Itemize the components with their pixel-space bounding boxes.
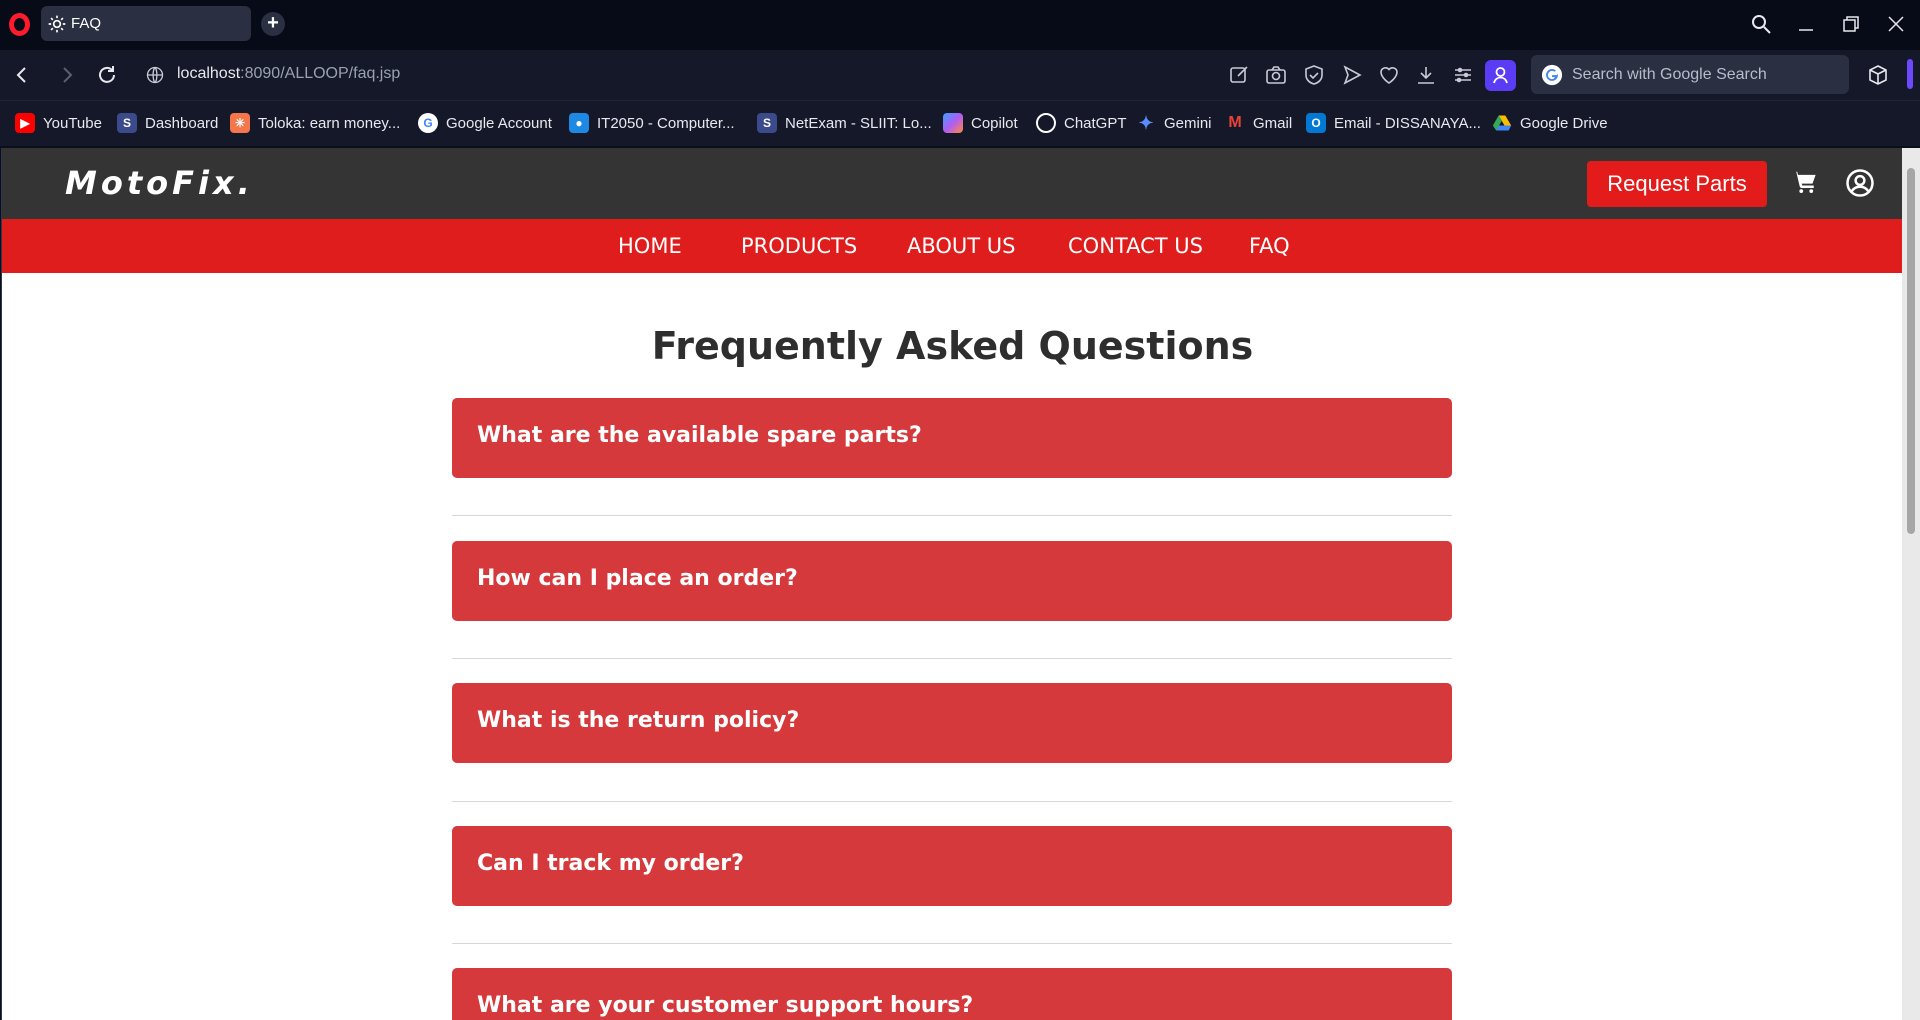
send-icon[interactable] xyxy=(1340,63,1364,87)
faq-question-text: What is the return policy? xyxy=(477,708,800,733)
bookmark-google-drive[interactable]: Google Drive xyxy=(1492,111,1608,135)
sliit-icon: S xyxy=(117,113,137,133)
camera-icon[interactable] xyxy=(1264,63,1288,87)
bookmark-chatgpt[interactable]: ChatGPT xyxy=(1036,111,1127,135)
profile-button[interactable] xyxy=(1485,60,1516,91)
nav-contact-us[interactable]: CONTACT US xyxy=(1068,234,1203,258)
close-window-icon[interactable] xyxy=(1884,12,1908,36)
new-tab-button[interactable]: + xyxy=(261,12,285,36)
faq-question-5[interactable]: What are your customer support hours? xyxy=(452,968,1452,1020)
heart-icon[interactable] xyxy=(1377,63,1401,87)
bookmark-dashboard[interactable]: S Dashboard xyxy=(117,111,218,135)
globe-icon xyxy=(146,66,164,84)
scrollbar-thumb[interactable] xyxy=(1907,168,1915,534)
bookmark-netexam[interactable]: S NetExam - SLIIT: Lo... xyxy=(757,111,932,135)
bookmark-youtube[interactable]: ▶ YouTube xyxy=(15,111,102,135)
nav-about-us[interactable]: ABOUT US xyxy=(907,234,1016,258)
forward-icon[interactable] xyxy=(55,63,79,87)
reload-icon[interactable] xyxy=(95,63,119,87)
youtube-icon: ▶ xyxy=(15,113,35,133)
site-logo[interactable]: MotoFix. xyxy=(65,164,254,202)
search-placeholder: Search with Google Search xyxy=(1572,66,1767,83)
faq-divider xyxy=(452,943,1452,944)
nav-products[interactable]: PRODUCTS xyxy=(741,234,857,258)
bookmark-email[interactable]: O Email - DISSANAYA... xyxy=(1306,111,1481,135)
site-header: MotoFix. Request Parts xyxy=(2,148,1902,219)
tab-title: FAQ xyxy=(71,15,102,32)
classroom-icon: ● xyxy=(569,113,589,133)
drive-icon xyxy=(1492,113,1512,133)
search-input[interactable]: Search with Google Search xyxy=(1531,55,1849,94)
page-viewport: MotoFix. Request Parts HOME PRODUCTS ABO… xyxy=(1,148,1902,1020)
gear-icon xyxy=(48,15,66,33)
gemini-icon: ✦ xyxy=(1138,112,1154,133)
gmail-icon: M xyxy=(1228,114,1242,131)
bookmark-copilot[interactable]: Copilot xyxy=(943,111,1018,135)
faq-question-1[interactable]: What are the available spare parts? xyxy=(452,398,1452,478)
browser-tab-active[interactable]: FAQ xyxy=(41,6,251,41)
faq-question-3[interactable]: What is the return policy? xyxy=(452,683,1452,763)
opera-logo-icon[interactable] xyxy=(9,13,30,36)
main-navigation: HOME PRODUCTS ABOUT US CONTACT US FAQ xyxy=(2,219,1902,273)
chatgpt-icon xyxy=(1036,113,1056,133)
minimize-icon[interactable] xyxy=(1794,12,1818,36)
extensions-icon[interactable] xyxy=(1866,63,1890,87)
faq-divider xyxy=(452,515,1452,516)
account-icon[interactable] xyxy=(1845,168,1875,198)
faq-question-2[interactable]: How can I place an order? xyxy=(452,541,1452,621)
sliit-icon: S xyxy=(757,113,777,133)
cart-icon[interactable] xyxy=(1790,168,1820,198)
bookmark-google-account[interactable]: G Google Account xyxy=(418,111,552,135)
url-field[interactable]: localhost:8090/ALLOOP/faq.jsp xyxy=(177,65,400,83)
toloka-icon: ✳ xyxy=(230,113,250,133)
bookmark-gmail[interactable]: M Gmail xyxy=(1225,111,1292,135)
faq-question-text: What are the available spare parts? xyxy=(477,423,922,448)
copilot-icon xyxy=(943,113,963,133)
search-tabs-icon[interactable] xyxy=(1749,12,1773,36)
outlook-icon: O xyxy=(1306,113,1326,133)
sidebar-toggle[interactable] xyxy=(1907,59,1913,89)
shield-icon[interactable] xyxy=(1302,63,1326,87)
request-parts-button[interactable]: Request Parts xyxy=(1587,161,1767,207)
bookmark-toloka[interactable]: ✳ Toloka: earn money... xyxy=(230,111,400,135)
faq-question-4[interactable]: Can I track my order? xyxy=(452,826,1452,906)
nav-home[interactable]: HOME xyxy=(618,234,682,258)
faq-question-text: Can I track my order? xyxy=(477,851,744,876)
faq-question-text: What are your customer support hours? xyxy=(477,993,974,1018)
page-scrollbar[interactable] xyxy=(1902,148,1920,1020)
restore-icon[interactable] xyxy=(1839,12,1863,36)
faq-divider xyxy=(452,801,1452,802)
faq-divider xyxy=(452,658,1452,659)
download-icon[interactable] xyxy=(1414,63,1438,87)
nav-faq[interactable]: FAQ xyxy=(1249,234,1290,258)
edit-icon[interactable] xyxy=(1227,63,1251,87)
page-title: Frequently Asked Questions xyxy=(651,324,1254,368)
back-icon[interactable] xyxy=(10,63,34,87)
browser-titlebar: FAQ + xyxy=(0,0,1920,50)
google-icon: G xyxy=(418,113,438,133)
bookmark-it2050[interactable]: ● IT2050 - Computer... xyxy=(569,111,735,135)
faq-question-text: How can I place an order? xyxy=(477,566,798,591)
google-icon xyxy=(1541,64,1563,86)
bookmark-gemini[interactable]: ✦ Gemini xyxy=(1136,111,1211,135)
user-icon xyxy=(1493,67,1508,84)
easy-setup-icon[interactable] xyxy=(1451,63,1475,87)
